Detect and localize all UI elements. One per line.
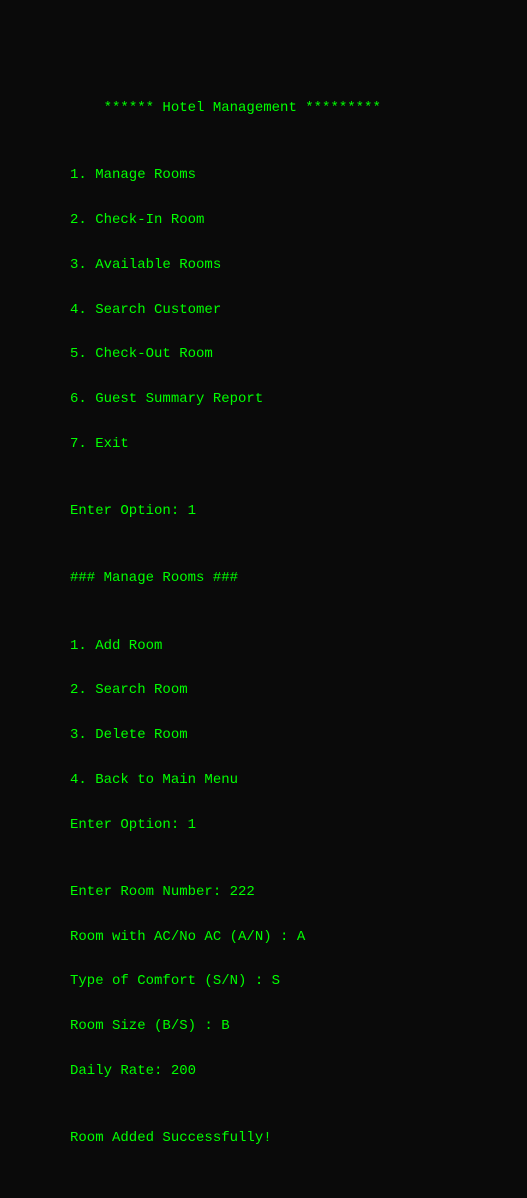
menu-item-4: 4. Search Customer <box>70 302 221 318</box>
header-line: ****** Hotel Management ********* <box>104 100 381 116</box>
blank-6 <box>70 1108 78 1124</box>
submenu-title: ### Manage Rooms ### <box>70 570 238 586</box>
enter-option-main: Enter Option: 1 <box>70 503 196 519</box>
submenu-item-4: 4. Back to Main Menu <box>70 772 238 788</box>
blank-4 <box>70 615 78 631</box>
menu-item-1: 1. Manage Rooms <box>70 167 196 183</box>
menu-item-6: 6. Guest Summary Report <box>70 391 263 407</box>
blank-5 <box>70 861 78 877</box>
menu-item-3: 3. Available Rooms <box>70 257 221 273</box>
submenu-item-2: 2. Search Room <box>70 682 188 698</box>
room-comfort: Type of Comfort (S/N) : S <box>70 973 280 989</box>
enter-option-sub: Enter Option: 1 <box>70 817 196 833</box>
submenu-item-3: 3. Delete Room <box>70 727 188 743</box>
room-size: Room Size (B/S) : B <box>70 1018 230 1034</box>
terminal-window: ****** Hotel Management ********* 1. Man… <box>0 0 527 599</box>
room-number: Enter Room Number: 222 <box>70 884 255 900</box>
menu-item-7: 7. Exit <box>70 436 129 452</box>
submenu-item-1: 1. Add Room <box>70 638 162 654</box>
menu-item-2: 2. Check-In Room <box>70 212 204 228</box>
blank-1 <box>70 145 78 161</box>
room-ac: Room with AC/No AC (A/N) : A <box>70 929 305 945</box>
daily-rate: Daily Rate: 200 <box>70 1063 196 1079</box>
blank-2 <box>70 481 78 497</box>
blank-3 <box>70 548 78 564</box>
terminal-content: ****** Hotel Management ********* 1. Man… <box>70 75 457 1195</box>
menu-item-5: 5. Check-Out Room <box>70 346 213 362</box>
success-message: Room Added Successfully! <box>70 1130 272 1146</box>
